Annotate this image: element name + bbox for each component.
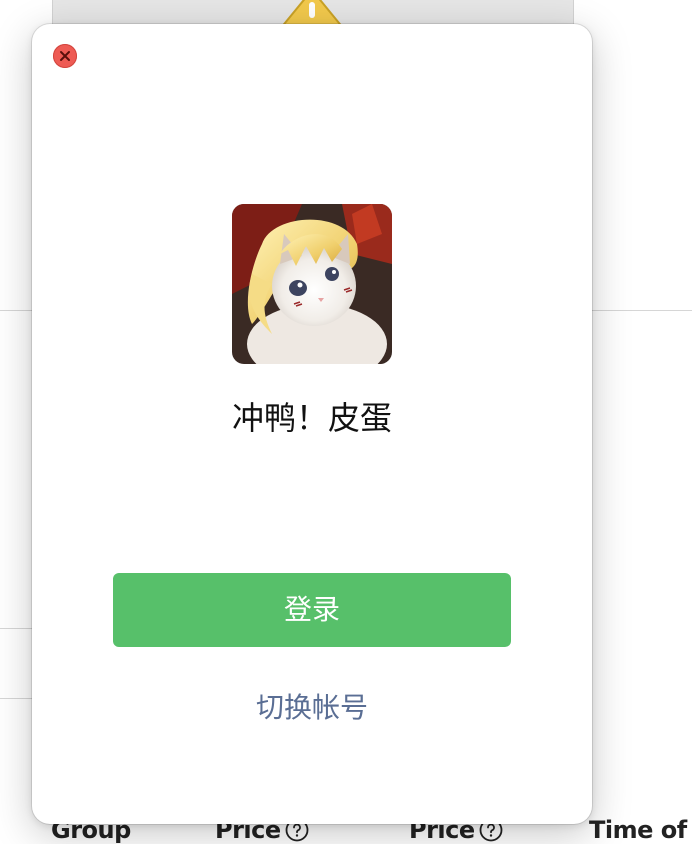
login-dialog: 冲鸭！皮蛋 登录 切换帐号 (32, 24, 592, 824)
switch-account-link[interactable]: 切换帐号 (32, 688, 592, 728)
close-button[interactable] (53, 44, 77, 68)
close-icon (60, 51, 70, 61)
column-header-time[interactable]: Time of (589, 816, 687, 844)
background-divider (584, 310, 692, 311)
avatar (232, 204, 392, 364)
username: 冲鸭！皮蛋 (231, 399, 392, 437)
login-button[interactable]: 登录 (113, 573, 511, 647)
